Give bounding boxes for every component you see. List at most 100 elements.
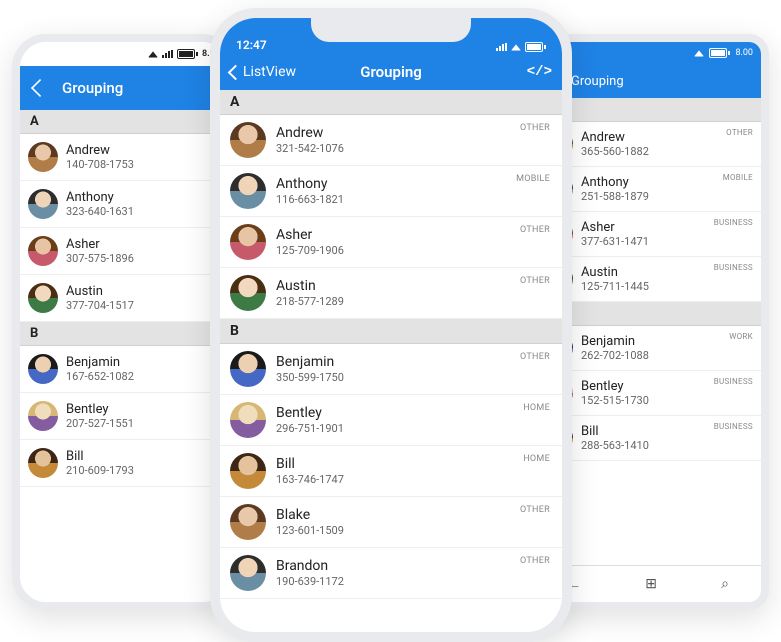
contact-name: Anthony [276,176,344,193]
contact-phone: 125-711-1445 [581,280,649,293]
avatar [28,448,58,478]
contact-name: Andrew [581,130,649,146]
wifi-icon [511,44,521,50]
contact-info: Bill163-746-1747 [276,456,344,486]
list-item[interactable]: Anthony323-640-1631 [20,181,228,228]
contact-name: Asher [66,237,134,253]
list-item[interactable]: Austin377-704-1517 [20,275,228,322]
contact-tag: BUSINESS [714,218,753,227]
contact-info: Andrew365-560-1882 [581,130,649,159]
avatar [230,224,266,260]
contact-info: Bill288-563-1410 [581,424,649,453]
contact-phone: 365-560-1882 [581,145,649,158]
iphone-list[interactable]: AAndrew321-542-1076OTHERAnthony116-663-1… [220,90,562,632]
contact-info: Bentley152-515-1730 [581,379,649,408]
page-title: Grouping [62,79,123,97]
android-appbar: Grouping [20,66,228,110]
contact-phone: 210-609-1793 [66,464,134,477]
avatar [28,142,58,172]
contact-phone: 307-575-1896 [66,252,134,265]
contact-phone: 123-601-1509 [276,524,344,537]
list-item[interactable]: Asher307-575-1896 [20,228,228,275]
avatar [230,173,266,209]
contact-info: Austin218-577-1289 [276,278,344,308]
contact-name: Brandon [276,558,344,575]
battery-icon [525,42,546,52]
list-item[interactable]: Blake123-601-1509OTHER [220,497,562,548]
battery-icon [177,49,198,59]
contact-info: Benjamin350-599-1750 [276,354,344,384]
contact-name: Bill [581,424,649,440]
contact-name: Bill [66,449,134,465]
avatar [230,453,266,489]
contact-tag: HOME [523,454,550,464]
status-time: 12:47 [236,38,267,52]
contact-phone: 377-704-1517 [66,299,134,312]
group-header: B [220,319,562,344]
page-title: Grouping [571,74,624,89]
code-icon[interactable]: </> [527,64,552,80]
nav-home-icon[interactable]: ⊞ [645,576,657,592]
list-item[interactable]: Anthony116-663-1821MOBILE [220,166,562,217]
android-phone: 8.00 Grouping AAndrew140-708-1753Anthony… [12,34,236,610]
back-button[interactable]: ListView [230,64,296,80]
contact-tag: BUSINESS [714,422,753,431]
list-item[interactable]: Bentley207-527-1551 [20,393,228,440]
contact-phone: 116-663-1821 [276,193,344,206]
contact-name: Bentley [276,405,344,422]
contact-info: Andrew321-542-1076 [276,125,344,155]
contact-phone: 125-709-1906 [276,244,344,257]
contact-phone: 190-639-1172 [276,575,344,588]
contact-tag: OTHER [520,123,550,133]
iphone: 12:47 ListView Grouping </> AAndrew321-5… [210,8,572,642]
contact-info: Benjamin262-702-1088 [581,334,649,363]
contact-name: Austin [66,284,134,300]
status-time: 8.00 [735,48,753,58]
contact-info: Brandon190-639-1172 [276,558,344,588]
contact-tag: OTHER [726,128,753,137]
list-item[interactable]: Asher125-709-1906OTHER [220,217,562,268]
avatar [230,504,266,540]
list-item[interactable]: Benjamin350-599-1750 OTHER [220,344,562,395]
contact-name: Anthony [66,190,134,206]
list-item[interactable]: Austin218-577-1289OTHER [220,268,562,319]
contact-name: Bentley [66,402,134,418]
nav-search-icon[interactable]: ⌕ [721,576,729,592]
avatar [230,122,266,158]
contact-name: Bill [276,456,344,473]
list-item[interactable]: Andrew321-542-1076 OTHER [220,115,562,166]
avatar [230,275,266,311]
contact-phone: 218-577-1289 [276,295,344,308]
avatar [28,236,58,266]
iphone-notch [311,16,471,42]
signal-icon [162,50,173,58]
chevron-left-icon [228,64,244,80]
list-item[interactable]: Bill210-609-1793 [20,440,228,487]
contact-tag: BUSINESS [714,263,753,272]
contact-info: Anthony323-640-1631 [66,190,134,219]
contact-name: Austin [581,265,649,281]
avatar [28,189,58,219]
avatar [230,351,266,387]
contact-info: Bentley296-751-1901 [276,405,344,435]
avatar [28,283,58,313]
list-item[interactable]: Bentley296-751-1901HOME [220,395,562,446]
contact-tag: OTHER [520,556,550,566]
list-item[interactable]: Benjamin167-652-1082 [20,346,228,393]
contact-tag: OTHER [520,352,550,362]
back-arrow-icon[interactable] [31,79,49,97]
contact-tag: OTHER [520,505,550,515]
list-item[interactable]: Andrew140-708-1753 [20,134,228,181]
contact-tag: BUSINESS [714,377,753,386]
avatar [28,354,58,384]
contact-info: Austin377-704-1517 [66,284,134,313]
contact-name: Andrew [66,143,134,159]
avatar [230,402,266,438]
android-list[interactable]: AAndrew140-708-1753Anthony323-640-1631As… [20,110,228,602]
battery-icon [709,48,730,58]
contact-name: Austin [276,278,344,295]
list-item[interactable]: Bill163-746-1747 HOME [220,446,562,497]
contact-phone: 207-527-1551 [66,417,134,430]
list-item[interactable]: Brandon190-639-1172 OTHER [220,548,562,599]
contact-phone: 296-751-1901 [276,422,344,435]
